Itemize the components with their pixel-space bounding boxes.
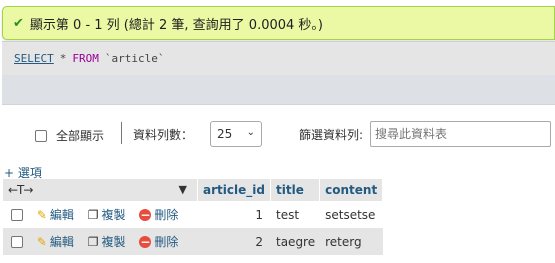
rows-per-page-select[interactable]: 25 ⌄ bbox=[210, 121, 262, 147]
results-table: ←T→ ▼ article_id title content ✎ 編輯 ❐ 複製… bbox=[3, 179, 384, 255]
show-all-label: 全部顯示 bbox=[56, 129, 105, 143]
copy-label: 複製 bbox=[101, 208, 126, 222]
table-controls: 全部顯示 資料列數： 25 ⌄ 篩選資料列: bbox=[0, 120, 555, 148]
controls-divider bbox=[121, 122, 122, 144]
copy-label: 複製 bbox=[101, 235, 126, 249]
sql-from-keyword: FROM bbox=[72, 52, 99, 65]
table-row: ✎ 編輯 ❐ 複製 − 刪除 2 taegre reterg bbox=[3, 228, 384, 255]
pencil-icon: ✎ bbox=[36, 234, 47, 249]
delete-button[interactable]: − 刪除 bbox=[139, 233, 178, 250]
row-actions: ✎ 編輯 ❐ 複製 − 刪除 bbox=[3, 228, 198, 255]
copy-button[interactable]: ❐ 複製 bbox=[88, 206, 126, 223]
column-header-title[interactable]: title bbox=[271, 179, 321, 201]
cell-article-id: 1 bbox=[198, 201, 271, 228]
sql-select-keyword[interactable]: SELECT bbox=[14, 52, 54, 65]
delete-label: 刪除 bbox=[154, 208, 179, 222]
rows-per-page-value: 25 bbox=[217, 127, 233, 141]
query-actions-bar bbox=[2, 75, 555, 105]
pencil-icon: ✎ bbox=[36, 207, 47, 222]
column-header-article-id[interactable]: article_id bbox=[198, 179, 271, 201]
sql-table-name: `article` bbox=[104, 52, 165, 65]
edit-label: 編輯 bbox=[49, 235, 74, 249]
table-row: ✎ 編輯 ❐ 複製 − 刪除 1 test setsetse bbox=[3, 201, 384, 228]
column-arrows-header: ←T→ ▼ bbox=[3, 179, 198, 201]
filter-rows-input[interactable] bbox=[370, 121, 551, 147]
show-all-checkbox[interactable] bbox=[35, 129, 47, 142]
success-message-text: 顯示第 0 - 1 列 (總計 2 筆, 查詢用了 0.0004 秒。) bbox=[29, 17, 323, 33]
arrows-icon: ←T→ bbox=[8, 183, 33, 197]
copy-icon: ❐ bbox=[87, 207, 99, 222]
copy-icon: ❐ bbox=[87, 234, 99, 249]
row-checkbox[interactable] bbox=[11, 236, 23, 248]
edit-button[interactable]: ✎ 編輯 bbox=[37, 233, 74, 250]
delete-button[interactable]: − 刪除 bbox=[139, 206, 178, 223]
cell-article-id: 2 bbox=[198, 228, 271, 255]
chevron-down-icon: ⌄ bbox=[246, 127, 255, 138]
success-message: ✔ 顯示第 0 - 1 列 (總計 2 筆, 查詢用了 0.0004 秒。) bbox=[2, 6, 555, 40]
column-header-content[interactable]: content bbox=[320, 179, 384, 201]
delete-icon: − bbox=[139, 234, 152, 249]
cell-title: taegre bbox=[271, 228, 321, 255]
cell-content: reterg bbox=[320, 228, 384, 255]
edit-button[interactable]: ✎ 編輯 bbox=[37, 206, 74, 223]
show-all-option[interactable]: 全部顯示 bbox=[35, 127, 104, 144]
rows-per-page-label: 資料列數： bbox=[133, 128, 194, 142]
cell-content: setsetse bbox=[320, 201, 384, 228]
edit-label: 編輯 bbox=[49, 208, 74, 222]
filter-rows-label: 篩選資料列: bbox=[299, 128, 364, 142]
cell-title: test bbox=[271, 201, 321, 228]
row-checkbox[interactable] bbox=[11, 209, 23, 221]
sort-triangle-icon[interactable]: ▼ bbox=[179, 183, 187, 196]
copy-button[interactable]: ❐ 複製 bbox=[88, 233, 126, 250]
sql-query-box: SELECT * FROM `article` bbox=[2, 41, 555, 75]
sql-star: * bbox=[59, 52, 67, 65]
delete-label: 刪除 bbox=[154, 235, 179, 249]
check-icon: ✔ bbox=[13, 15, 24, 31]
delete-icon: − bbox=[139, 207, 152, 222]
row-actions: ✎ 編輯 ❐ 複製 − 刪除 bbox=[3, 201, 198, 228]
